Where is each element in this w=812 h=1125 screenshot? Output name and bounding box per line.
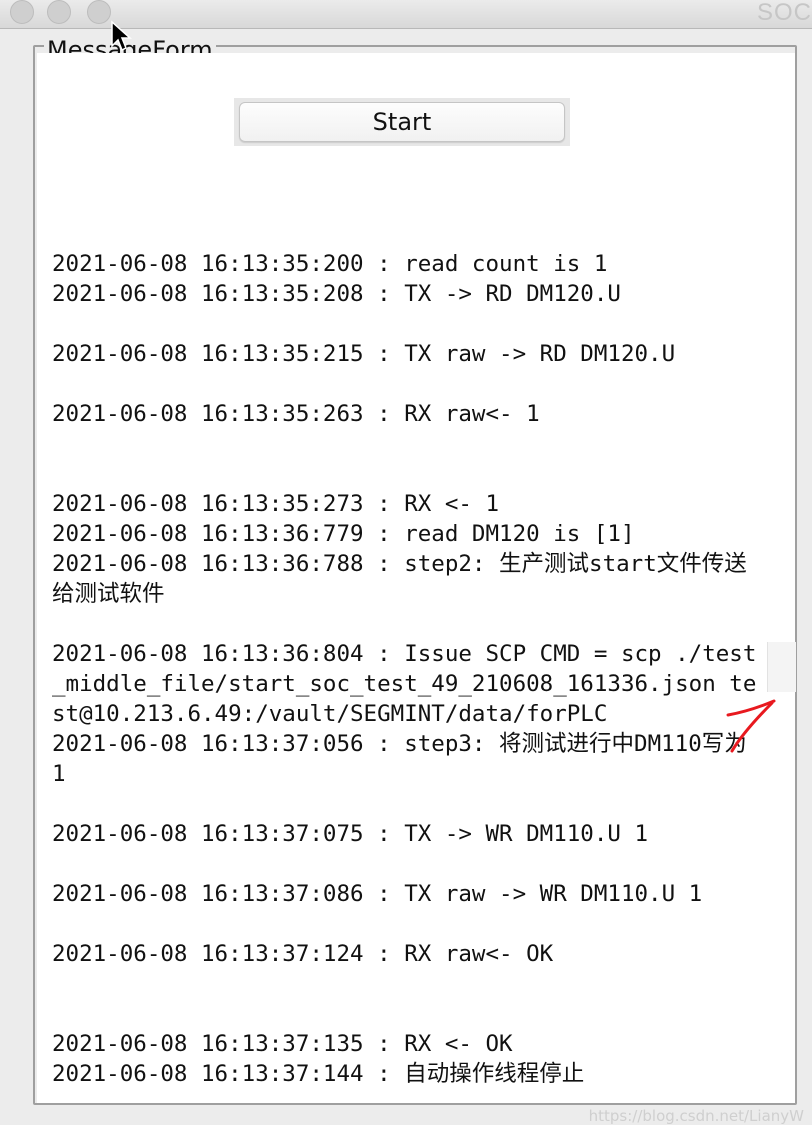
log-line: 2021-06-08 16:13:37:135 : RX <- OK bbox=[52, 1031, 513, 1057]
log-line: 2021-06-08 16:13:35:273 : RX <- 1 bbox=[52, 491, 500, 517]
scrollbar[interactable] bbox=[767, 642, 796, 692]
log-line: 2021-06-08 16:13:37:086 : TX raw -> WR D… bbox=[52, 881, 703, 907]
log-blank-line bbox=[52, 909, 758, 939]
window-title: SOC bbox=[756, 0, 812, 26]
log-blank-line bbox=[52, 369, 758, 399]
red-arrow-annotation bbox=[726, 699, 776, 753]
log-blank-line bbox=[52, 999, 758, 1029]
log-line: 2021-06-08 16:13:36:788 : step2: 生产测试sta… bbox=[52, 551, 747, 607]
mouse-pointer-icon bbox=[111, 20, 132, 52]
log-line: 2021-06-08 16:13:36:779 : read DM120 is … bbox=[52, 521, 635, 547]
log-blank-line bbox=[52, 429, 758, 459]
watermark: https://blog.csdn.net/LianyW bbox=[588, 1107, 804, 1125]
minimize-window-button[interactable] bbox=[47, 0, 71, 24]
log-line: 2021-06-08 16:13:37:075 : TX -> WR DM110… bbox=[52, 821, 649, 847]
log-line: 2021-06-08 16:13:37:124 : RX raw<- OK bbox=[52, 941, 554, 967]
log-blank-line bbox=[52, 969, 758, 999]
log-line: 2021-06-08 16:13:37:056 : step3: 将测试进行中D… bbox=[52, 731, 747, 787]
log-blank-line bbox=[52, 609, 758, 639]
log-line: 2021-06-08 16:13:35:215 : TX raw -> RD D… bbox=[52, 341, 676, 367]
log-line: 2021-06-08 16:13:35:263 : RX raw<- 1 bbox=[52, 401, 540, 427]
log-blank-line bbox=[52, 849, 758, 879]
close-window-button[interactable] bbox=[10, 0, 34, 24]
log-blank-line bbox=[52, 219, 758, 249]
log-line: 2021-06-08 16:13:36:804 : Issue SCP CMD … bbox=[52, 641, 757, 727]
log-line: 2021-06-08 16:13:37:144 : 自动操作线程停止 bbox=[52, 1061, 585, 1087]
window-content: MessageForm Start 2021-06-08 16:13:35:20… bbox=[0, 29, 812, 1125]
start-button[interactable]: Start bbox=[239, 102, 565, 142]
log-blank-line bbox=[52, 459, 758, 489]
log-blank-line bbox=[52, 789, 758, 819]
log-blank-line bbox=[52, 309, 758, 339]
message-log[interactable]: 2021-06-08 16:13:35:200 : read count is … bbox=[52, 219, 758, 1089]
log-line: 2021-06-08 16:13:35:200 : read count is … bbox=[52, 251, 608, 277]
zoom-window-button[interactable] bbox=[87, 0, 111, 24]
log-line: 2021-06-08 16:13:35:208 : TX -> RD DM120… bbox=[52, 281, 621, 307]
